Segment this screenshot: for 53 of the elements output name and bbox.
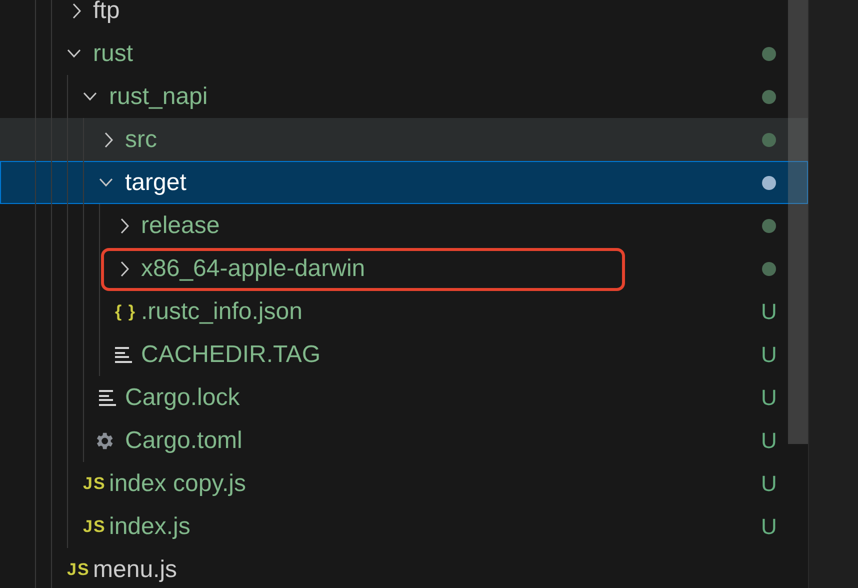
file-type-icon: JS [83, 474, 106, 494]
status-dot [762, 132, 776, 146]
file-name: menu.js [93, 556, 178, 584]
file-row[interactable]: JS index copy.js U [0, 462, 808, 505]
folder-row[interactable]: release [0, 204, 808, 247]
git-status: U [761, 298, 777, 324]
chevron-icon[interactable] [70, 2, 84, 18]
file-row[interactable]: Cargo.lock U [0, 376, 808, 419]
status-dot [762, 90, 776, 104]
folder-name: x86_64-apple-darwin [141, 254, 366, 282]
folder-name: src [125, 126, 157, 154]
git-status: U [761, 514, 777, 540]
file-row[interactable]: { } .rustc_info.json U [0, 290, 808, 333]
file-name: CACHEDIR.TAG [141, 340, 321, 368]
chevron-icon[interactable] [83, 92, 97, 101]
status-dot [762, 176, 776, 190]
folder-row[interactable]: rust [0, 32, 808, 75]
chevron-icon[interactable] [118, 218, 132, 234]
folder-row[interactable]: src [0, 118, 808, 161]
folder-row[interactable]: x86_64-apple-darwin [0, 247, 808, 290]
file-name: index copy.js [109, 470, 246, 498]
folder-name: ftp [93, 0, 120, 24]
file-type-icon: JS [67, 560, 90, 580]
chevron-icon[interactable] [102, 132, 116, 148]
scrollbar[interactable] [788, 0, 808, 444]
text-file-icon [99, 390, 117, 406]
chevron-icon[interactable] [99, 178, 113, 187]
file-row[interactable]: JS menu.js [0, 548, 808, 588]
status-dot [762, 262, 776, 276]
file-row[interactable]: CACHEDIR.TAG U [0, 333, 808, 376]
file-name: Cargo.lock [125, 384, 240, 412]
folder-name: target [125, 168, 186, 196]
chevron-icon[interactable] [118, 260, 132, 276]
git-status: U [761, 342, 777, 368]
file-name: index.js [109, 512, 190, 540]
folder-name: rust [93, 40, 134, 68]
file-name: .rustc_info.json [141, 298, 302, 326]
file-row[interactable]: JS index.js U [0, 505, 808, 548]
folder-name: release [141, 212, 220, 240]
file-type-icon: JS [83, 516, 106, 536]
status-dot [762, 46, 776, 60]
text-file-icon [115, 346, 133, 362]
folder-name: rust_napi [109, 82, 208, 110]
git-status: U [761, 428, 777, 454]
file-type-icon: { } [115, 302, 136, 322]
git-status: U [761, 384, 777, 410]
file-name: Cargo.toml [125, 426, 242, 454]
chevron-icon[interactable] [67, 49, 81, 58]
file-row[interactable]: Cargo.toml U [0, 419, 808, 462]
status-dot [762, 218, 776, 232]
folder-row[interactable]: ftp [0, 0, 808, 32]
git-status: U [761, 470, 777, 496]
folder-row[interactable]: target [0, 161, 808, 204]
